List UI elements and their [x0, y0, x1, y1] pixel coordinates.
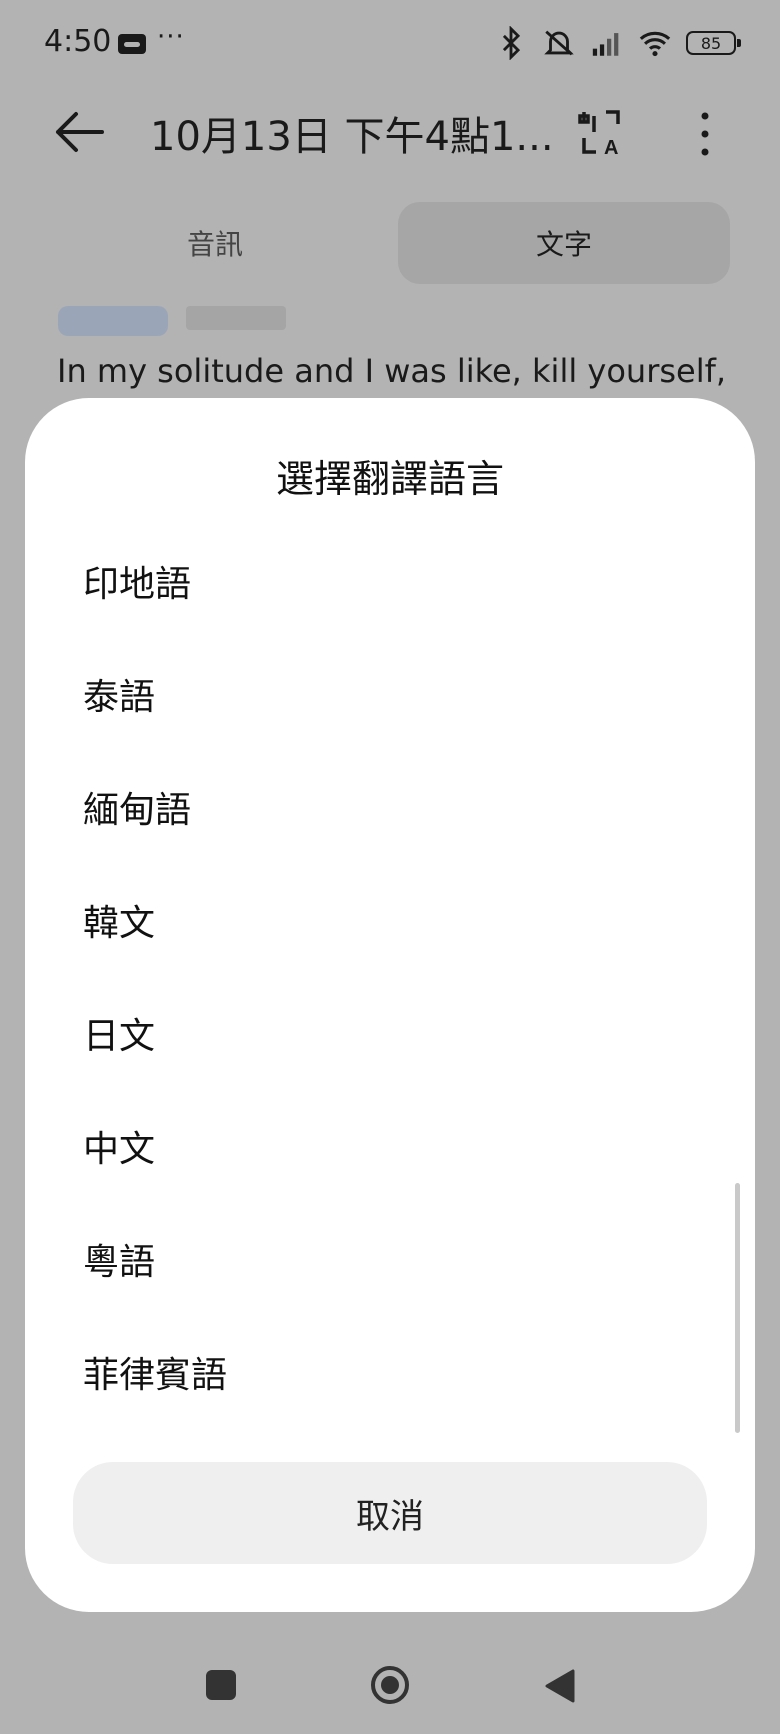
- status-bar: 4:50 ··· 85: [0, 0, 780, 90]
- language-picker-sheet: 選擇翻譯語言 印地語 泰語 緬甸語 韓文 日文 中文 粵語 菲律賓語 取消: [25, 398, 755, 1612]
- language-option-korean[interactable]: 韓文: [25, 863, 755, 976]
- tab-audio[interactable]: 音訊: [100, 202, 330, 284]
- language-option-cantonese[interactable]: 粵語: [25, 1202, 755, 1315]
- status-icons: 85: [494, 26, 741, 60]
- translate-icon[interactable]: A: [578, 108, 628, 158]
- speaker-chip: [58, 306, 168, 336]
- more-notifications-icon: ···: [157, 22, 185, 52]
- tab-text[interactable]: 文字: [398, 202, 730, 284]
- home-icon[interactable]: [370, 1665, 410, 1705]
- back-triangle-icon[interactable]: [543, 1669, 575, 1703]
- cancel-button[interactable]: 取消: [73, 1462, 707, 1564]
- battery-level: 85: [700, 33, 722, 53]
- transcript-text: In my solitude and I was like, kill your…: [57, 352, 727, 390]
- call-indicator-icon: [118, 34, 146, 54]
- language-option-chinese[interactable]: 中文: [25, 1089, 755, 1202]
- tab-bar: 音訊 文字: [0, 202, 780, 286]
- timestamp: [186, 306, 286, 330]
- language-option-japanese[interactable]: 日文: [25, 976, 755, 1089]
- scrollbar[interactable]: [735, 1183, 740, 1433]
- battery-icon: 85: [686, 31, 741, 55]
- recent-apps-icon[interactable]: [206, 1670, 236, 1700]
- language-option-hindi[interactable]: 印地語: [25, 524, 755, 637]
- language-list: 印地語 泰語 緬甸語 韓文 日文 中文 粵語 菲律賓語: [25, 524, 755, 1428]
- back-arrow-icon[interactable]: [52, 110, 106, 154]
- page-title: 10月13日 下午4點1...: [150, 114, 554, 160]
- svg-text:A: A: [604, 137, 618, 158]
- language-option-thai[interactable]: 泰語: [25, 637, 755, 750]
- wifi-icon: [639, 31, 671, 57]
- language-option-filipino[interactable]: 菲律賓語: [25, 1315, 755, 1428]
- language-option-burmese[interactable]: 緬甸語: [25, 750, 755, 863]
- bluetooth-icon: [502, 26, 521, 60]
- signal-icon: [592, 33, 619, 56]
- muted-bell-icon: [544, 30, 574, 56]
- status-time: 4:50: [44, 24, 112, 59]
- sheet-title: 選擇翻譯語言: [275, 457, 504, 501]
- more-options-icon[interactable]: [690, 110, 720, 158]
